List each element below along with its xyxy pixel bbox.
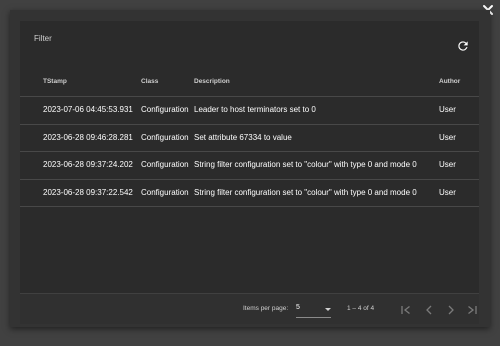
cell-description: String filter configuration set to "colo… <box>194 187 417 197</box>
cell-tstamp: 2023-06-28 09:46:28.281 <box>43 132 133 142</box>
header-class[interactable]: Class <box>141 78 158 85</box>
first-page-button[interactable] <box>400 303 412 315</box>
page-range-label: 1 – 4 of 4 <box>347 305 375 312</box>
cell-tstamp: 2023-06-28 09:37:24.202 <box>43 160 133 169</box>
cell-description: Set attribute 67334 to value <box>194 132 292 142</box>
first-page-icon <box>401 305 410 315</box>
filter-input[interactable] <box>34 30 434 46</box>
cell-tstamp: 2023-07-06 04:45:53.931 <box>43 105 133 114</box>
cell-author: User <box>439 187 456 197</box>
table-row[interactable]: 2023-07-06 04:45:53.931 Configuration Le… <box>20 97 479 125</box>
cell-author: User <box>439 132 456 142</box>
table-row[interactable]: 2023-06-28 09:46:28.281 Configuration Se… <box>20 125 479 152</box>
cell-tstamp: 2023-06-28 09:37:22.542 <box>43 187 133 197</box>
page-size-select[interactable]: 5 <box>296 301 331 318</box>
chevron-down-icon <box>325 308 331 311</box>
history-dialog: TStamp Class Description Author 2023-07-… <box>10 10 490 327</box>
header-author[interactable]: Author <box>439 78 460 85</box>
cell-description: String filter configuration set to "colo… <box>194 160 417 169</box>
table-header-row: TStamp Class Description Author <box>20 70 479 97</box>
cell-class: Configuration <box>141 105 189 114</box>
cell-author: User <box>439 160 456 169</box>
modal-backdrop: TStamp Class Description Author 2023-07-… <box>0 0 500 346</box>
paginator: Items per page: 5 1 – 4 of 4 <box>20 293 479 324</box>
cell-class: Configuration <box>141 160 189 169</box>
previous-page-button[interactable] <box>423 303 435 315</box>
refresh-icon <box>458 41 468 51</box>
previous-page-icon <box>426 305 432 315</box>
header-description[interactable]: Description <box>194 78 230 85</box>
last-page-icon <box>468 305 477 315</box>
history-panel: TStamp Class Description Author 2023-07-… <box>20 21 479 324</box>
filter-bar <box>20 21 479 57</box>
last-page-button[interactable] <box>466 303 478 315</box>
table-row[interactable]: 2023-06-28 09:37:22.542 Configuration St… <box>20 180 479 207</box>
table-row[interactable]: 2023-06-28 09:37:24.202 Configuration St… <box>20 152 479 180</box>
header-tstamp[interactable]: TStamp <box>43 78 67 85</box>
cell-author: User <box>439 105 456 114</box>
cell-class: Configuration <box>141 187 189 197</box>
next-page-button[interactable] <box>445 303 457 315</box>
next-page-icon <box>448 305 454 315</box>
page-size-value: 5 <box>296 304 300 311</box>
cell-class: Configuration <box>141 132 189 142</box>
refresh-button[interactable] <box>456 39 470 53</box>
cell-description: Leader to host terminators set to 0 <box>194 105 316 114</box>
items-per-page-label: Items per page: <box>243 305 289 312</box>
history-table: TStamp Class Description Author 2023-07-… <box>20 70 479 207</box>
